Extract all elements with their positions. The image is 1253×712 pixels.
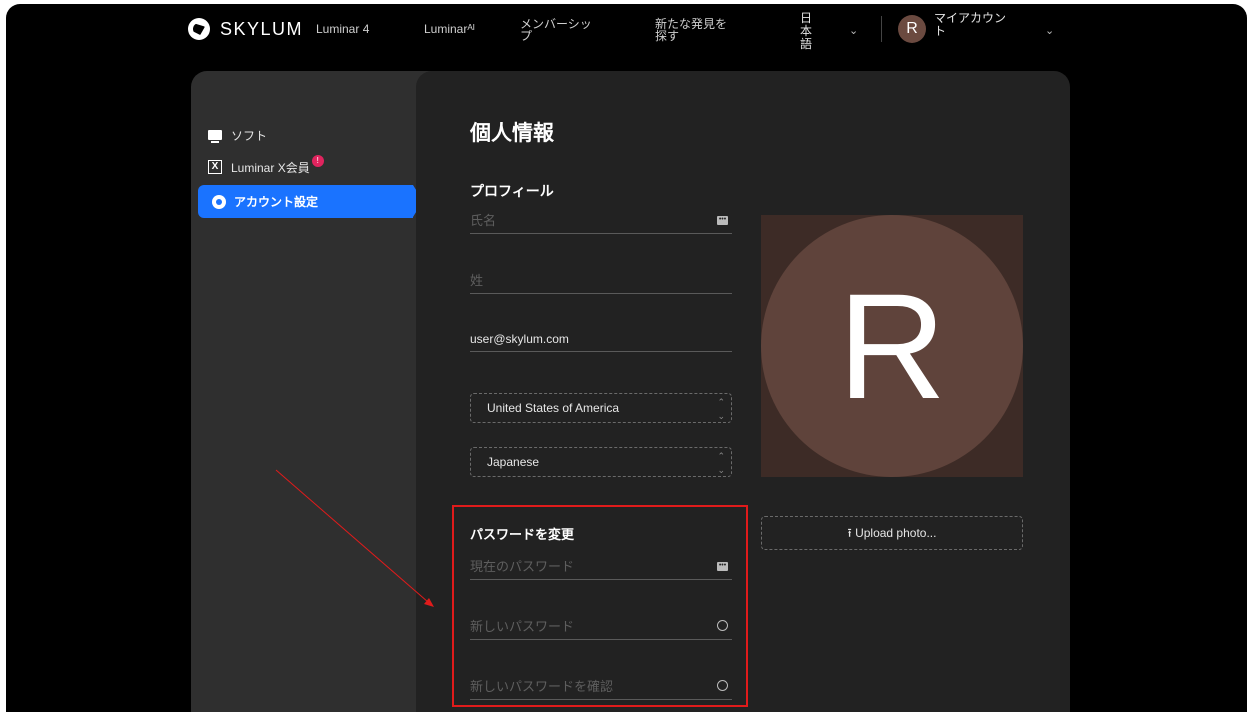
sidebar-item-label: アカウント設定	[234, 195, 319, 209]
language-chevron-down-icon[interactable]: ⌄	[849, 24, 858, 37]
my-account-menu[interactable]: マイアカウント	[934, 12, 1006, 38]
language-value: Japanese	[487, 455, 540, 469]
nav-link-luminar-ai[interactable]: Luminarᴬᴵ	[424, 22, 475, 36]
email-value: user@skylum.com	[470, 332, 569, 346]
nav-link-membership[interactable]: メンバーシップ	[520, 18, 602, 42]
first-name-field[interactable]: 氏名 •••	[470, 211, 732, 234]
sidebar-item-label: Luminar X会員	[231, 160, 310, 175]
upload-icon: ⭱	[847, 526, 856, 540]
country-value: United States of America	[487, 401, 620, 415]
sidebar: ソフト X Luminar X会員 ! アカウント設定	[191, 71, 441, 712]
confirm-password-placeholder: 新しいパスワードを確認	[470, 679, 614, 694]
profile-photo: R	[761, 215, 1023, 477]
notification-badge: !	[311, 155, 324, 167]
select-arrows-icon: ⌃ ⌄	[717, 397, 725, 421]
app-frame: SKYLUM Luminar 4 Luminarᴬᴵ メンバーシップ 新たな発見…	[6, 4, 1247, 712]
select-arrows-icon: ⌃ ⌄	[717, 451, 725, 475]
country-select[interactable]: United States of America ⌃ ⌄	[470, 393, 732, 423]
sidebar-item-luminar-x[interactable]: X Luminar X会員 !	[207, 151, 324, 183]
autofill-icon[interactable]: •••	[717, 216, 728, 225]
last-name-placeholder: 姓	[470, 273, 484, 288]
brand-name: SKYLUM	[220, 18, 304, 39]
skylum-logo-icon	[188, 18, 210, 40]
luminar-x-icon: X	[207, 159, 223, 175]
nav-link-discover[interactable]: 新たな発見を探す	[655, 18, 737, 42]
profile-heading: プロフィール	[470, 183, 554, 199]
profile-photo-letter: R	[761, 215, 1023, 477]
email-field[interactable]: user@skylum.com	[470, 329, 732, 352]
gear-icon	[212, 194, 226, 209]
monitor-icon	[207, 127, 223, 143]
first-name-placeholder: 氏名	[470, 213, 497, 228]
avatar[interactable]: R	[898, 15, 926, 43]
language-select[interactable]: Japanese ⌃ ⌄	[470, 447, 732, 477]
page-title: 個人情報	[470, 122, 554, 145]
show-password-icon[interactable]	[717, 680, 728, 691]
nav-divider	[881, 16, 882, 42]
current-password-field[interactable]: 現在のパスワード •••	[470, 557, 732, 580]
current-password-placeholder: 現在のパスワード	[470, 559, 575, 574]
main-panel: 個人情報 プロフィール 氏名 ••• 姓 user@skylum.com Uni…	[416, 71, 1070, 712]
top-nav: SKYLUM Luminar 4 Luminarᴬᴵ メンバーシップ 新たな発見…	[6, 4, 1247, 64]
last-name-field[interactable]: 姓	[470, 271, 732, 294]
new-password-field[interactable]: 新しいパスワード	[470, 617, 732, 640]
language-selector[interactable]: 日本語	[800, 12, 822, 51]
account-chevron-down-icon[interactable]: ⌄	[1045, 24, 1054, 37]
skylum-logo[interactable]: SKYLUM	[188, 18, 303, 40]
upload-label: Upload photo...	[855, 526, 937, 540]
change-password-heading: パスワードを変更	[470, 527, 575, 542]
sidebar-item-account-settings[interactable]: アカウント設定	[198, 185, 423, 218]
autofill-icon[interactable]: •••	[717, 562, 728, 571]
show-password-icon[interactable]	[717, 620, 728, 631]
nav-link-luminar4[interactable]: Luminar 4	[316, 22, 369, 36]
upload-photo-button[interactable]: ⭱ Upload photo...	[761, 516, 1023, 550]
sidebar-item-label: ソフト	[231, 128, 268, 143]
new-password-placeholder: 新しいパスワード	[470, 619, 575, 634]
confirm-password-field[interactable]: 新しいパスワードを確認	[470, 677, 732, 700]
sidebar-item-software[interactable]: ソフト	[207, 119, 267, 151]
